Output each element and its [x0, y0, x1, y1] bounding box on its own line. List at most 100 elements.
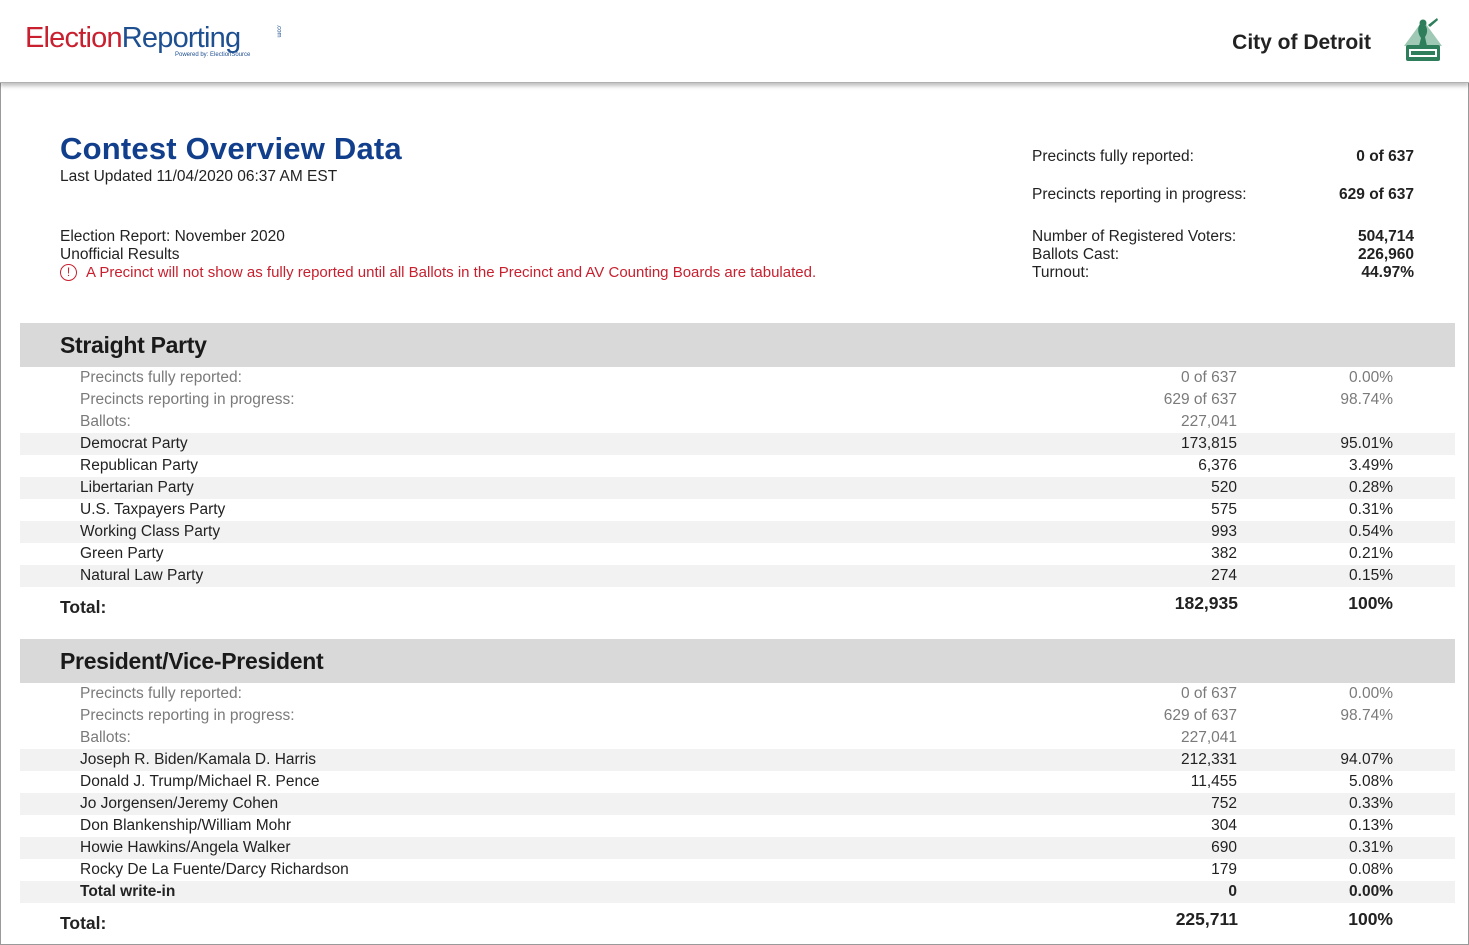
stat-label: Precincts fully reported: — [1032, 148, 1194, 165]
candidate-row: Working Class Party 993 0.54% — [20, 521, 1455, 543]
write-in-row: Total write-in 0 0.00% — [20, 881, 1455, 903]
candidate-name: Republican Party — [80, 457, 199, 474]
meta-pct: 0.00% — [1349, 685, 1393, 702]
meta-pct: 0.00% — [1349, 369, 1393, 386]
stat-label: Number of Registered Voters: — [1032, 228, 1237, 245]
meta-pct: 98.74% — [1340, 707, 1393, 724]
total-votes: 225,711 — [1175, 909, 1238, 929]
candidate-votes: 993 — [1211, 523, 1237, 540]
logo-powered-by: Powered by: ElectionSource — [175, 52, 251, 58]
stat-value: 0 of 637 — [1356, 148, 1414, 165]
candidate-name: U.S. Taxpayers Party — [80, 501, 226, 518]
candidate-name: Joseph R. Biden/Kamala D. Harris — [80, 751, 317, 768]
candidate-votes: 304 — [1211, 817, 1237, 834]
total-label: Total: — [60, 913, 107, 933]
candidate-pct: 0.13% — [1349, 817, 1393, 834]
contest-header[interactable]: President/Vice-President — [20, 639, 1455, 683]
meta-votes: 0 of 637 — [1180, 685, 1237, 702]
meta-label: Ballots: — [80, 413, 131, 430]
contest-meta-row: Precincts fully reported: 0 of 637 0.00% — [20, 367, 1455, 389]
total-votes: 182,935 — [1174, 593, 1238, 613]
meta-pct: 98.74% — [1340, 391, 1393, 408]
candidate-name: Total write-in — [80, 883, 176, 900]
contest-total-row: Total: 225,711 100% — [20, 906, 1455, 936]
candidate-votes: 179 — [1211, 861, 1237, 878]
page-title: Contest Overview Data — [60, 131, 402, 166]
candidate-name: Green Party — [80, 545, 164, 562]
candidate-name: Jo Jorgensen/Jeremy Cohen — [80, 795, 279, 812]
candidate-name: Natural Law Party — [80, 567, 204, 584]
candidate-name: Libertarian Party — [80, 479, 194, 496]
candidate-pct: 0.00% — [1349, 883, 1393, 900]
meta-votes: 227,041 — [1180, 413, 1237, 430]
meta-label: Precincts fully reported: — [80, 685, 242, 702]
meta-votes: 629 of 637 — [1163, 707, 1237, 724]
contest-straight-party: Straight Party Precincts fully reported:… — [20, 323, 1455, 623]
total-pct: 100% — [1348, 909, 1393, 929]
candidate-row: Democrat Party 173,815 95.01% — [20, 433, 1455, 455]
candidate-name: Rocky De La Fuente/Darcy Richardson — [80, 861, 349, 878]
contest-meta-row: Precincts reporting in progress: 629 of … — [20, 389, 1455, 411]
candidate-votes: 752 — [1211, 795, 1237, 812]
contest-header[interactable]: Straight Party — [20, 323, 1455, 367]
logo-dotcom: .com — [275, 24, 282, 38]
logo-reporting-text: Reporting — [121, 22, 241, 54]
candidate-row: Green Party 382 0.21% — [20, 543, 1455, 565]
stat-value: 629 of 637 — [1339, 186, 1414, 203]
candidate-pct: 0.54% — [1349, 523, 1393, 540]
candidate-votes: 11,455 — [1190, 773, 1237, 790]
meta-label: Ballots: — [80, 729, 131, 746]
contest-president: President/Vice-President Precincts fully… — [20, 639, 1455, 939]
precinct-notice: ! A Precinct will not show as fully repo… — [60, 264, 816, 281]
meta-votes: 0 of 637 — [1180, 369, 1237, 386]
candidate-name: Donald J. Trump/Michael R. Pence — [80, 773, 320, 790]
contest-meta-row: Ballots: 227,041 — [20, 411, 1455, 433]
meta-votes: 629 of 637 — [1163, 391, 1237, 408]
stat-value: 44.97% — [1361, 264, 1414, 281]
stat-label: Ballots Cast: — [1032, 246, 1120, 263]
logo-election-text: Election — [25, 22, 123, 54]
precinct-notice-text: A Precinct will not show as fully report… — [86, 264, 817, 281]
meta-votes: 227,041 — [1180, 729, 1237, 746]
candidate-votes: 690 — [1211, 839, 1237, 856]
candidate-row: Rocky De La Fuente/Darcy Richardson 179 … — [20, 859, 1455, 881]
candidate-row: Joseph R. Biden/Kamala D. Harris 212,331… — [20, 749, 1455, 771]
candidate-pct: 5.08% — [1349, 773, 1393, 790]
candidate-name: Working Class Party — [80, 523, 221, 540]
meta-label: Precincts reporting in progress: — [80, 391, 295, 408]
candidate-votes: 274 — [1211, 567, 1237, 584]
candidate-row: Republican Party 6,376 3.49% — [20, 455, 1455, 477]
contest-meta-row: Precincts reporting in progress: 629 of … — [20, 705, 1455, 727]
stat-value: 504,714 — [1357, 228, 1414, 245]
total-pct: 100% — [1348, 593, 1393, 613]
candidate-votes: 212,331 — [1180, 751, 1237, 768]
candidate-name: Democrat Party — [80, 435, 188, 452]
contest-title: President/Vice-President — [60, 648, 324, 674]
candidate-votes: 520 — [1211, 479, 1237, 496]
candidate-pct: 3.49% — [1349, 457, 1393, 474]
candidate-votes: 382 — [1211, 545, 1237, 562]
info-icon: ! — [60, 264, 77, 281]
stat-label: Precincts reporting in progress: — [1032, 186, 1247, 203]
election-reporting-logo[interactable]: ElectionReporting Powered by: ElectionSo… — [25, 20, 282, 64]
contest-meta-row: Ballots: 227,041 — [20, 727, 1455, 749]
candidate-pct: 0.21% — [1349, 545, 1393, 562]
candidate-votes: 6,376 — [1198, 457, 1237, 474]
last-updated: Last Updated 11/04/2020 06:37 AM EST — [60, 168, 338, 185]
candidate-pct: 0.31% — [1349, 839, 1393, 856]
candidate-pct: 0.31% — [1349, 501, 1393, 518]
candidate-pct: 0.08% — [1349, 861, 1393, 878]
candidate-row: Howie Hawkins/Angela Walker 690 0.31% — [20, 837, 1455, 859]
election-report-info: Election Report: November 2020 Unofficia… — [60, 228, 285, 264]
candidate-pct: 0.33% — [1349, 795, 1393, 812]
total-label: Total: — [60, 597, 107, 617]
city-name: City of Detroit — [1232, 31, 1371, 54]
candidate-row: U.S. Taxpayers Party 575 0.31% — [20, 499, 1455, 521]
candidate-votes: 173,815 — [1180, 435, 1237, 452]
candidate-votes: 575 — [1211, 501, 1237, 518]
contest-title: Straight Party — [60, 332, 207, 358]
logo-wordmark: ElectionReporting — [25, 20, 241, 56]
results-status: Unofficial Results — [60, 246, 180, 263]
candidate-row: Natural Law Party 274 0.15% — [20, 565, 1455, 587]
meta-label: Precincts fully reported: — [80, 369, 242, 386]
